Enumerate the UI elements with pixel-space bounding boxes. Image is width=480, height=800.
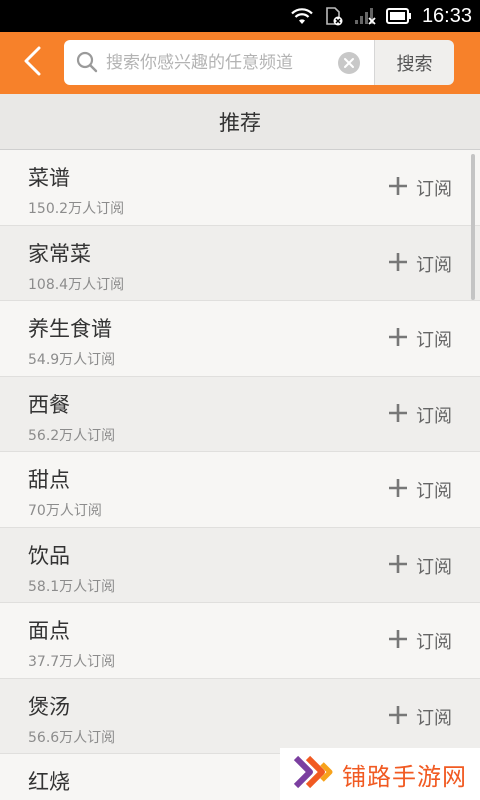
subscriber-count: 108.4万人订阅 — [28, 276, 125, 293]
plus-icon — [388, 478, 408, 502]
list-item[interactable]: 煲汤 56.6万人订阅 订阅 — [0, 678, 480, 754]
list-item[interactable]: 甜点 70万人订阅 订阅 — [0, 452, 480, 528]
channel-name: 面点 — [28, 619, 70, 643]
sim-card-icon — [324, 6, 344, 26]
plus-icon — [388, 554, 408, 578]
subscriber-count: 37.7万人订阅 — [28, 654, 116, 670]
subscribe-button[interactable]: 订阅 — [388, 703, 452, 731]
channel-name: 养生食谱 — [28, 317, 112, 341]
plus-icon — [388, 252, 408, 276]
back-button[interactable] — [8, 40, 56, 86]
watermark-logo-icon — [292, 754, 336, 794]
channel-name: 甜点 — [28, 468, 70, 492]
subscribe-label: 订阅 — [416, 254, 452, 276]
subscribe-label: 订阅 — [416, 481, 452, 502]
section-title: 推荐 — [0, 94, 480, 150]
subscribe-label: 订阅 — [416, 405, 452, 427]
subscribe-button[interactable]: 订阅 — [388, 174, 452, 202]
status-time: 16:33 — [421, 4, 472, 27]
channel-name: 饮品 — [28, 543, 70, 568]
channel-name: 红烧 — [28, 770, 70, 794]
plus-icon — [388, 705, 408, 729]
list-item[interactable]: 家常菜 108.4万人订阅 订阅 — [0, 225, 480, 301]
top-bar: 搜索 — [0, 32, 480, 94]
plus-icon — [388, 403, 408, 427]
channel-list: 菜谱 150.2万人订阅 订阅 家常菜 108.4万人订阅 订阅 养生食谱 54… — [0, 150, 480, 800]
subscriber-count: 56.6万人订阅 — [28, 729, 116, 746]
subscriber-count: 150.2万人订阅 — [28, 201, 125, 217]
watermark: 铺路手游网 — [280, 748, 480, 800]
list-item[interactable]: 饮品 58.1万人订阅 订阅 — [0, 527, 480, 603]
subscribe-button[interactable]: 订阅 — [388, 552, 452, 580]
channel-name: 家常菜 — [28, 241, 91, 266]
subscriber-count: 54.9万人订阅 — [28, 352, 116, 368]
channel-name: 煲汤 — [28, 694, 70, 719]
signal-icon — [354, 7, 376, 25]
clear-button[interactable] — [338, 52, 360, 74]
status-bar: 16:33 — [0, 0, 480, 32]
scrollbar[interactable] — [471, 154, 475, 300]
subscriber-count: 70万人订阅 — [28, 503, 102, 519]
subscribe-button[interactable]: 订阅 — [388, 627, 452, 655]
list-item[interactable]: 养生食谱 54.9万人订阅 订阅 — [0, 301, 480, 377]
subscribe-button[interactable]: 订阅 — [388, 325, 452, 353]
search-icon — [76, 51, 98, 77]
search-box — [64, 40, 374, 85]
search-input[interactable] — [106, 46, 326, 79]
list-item[interactable]: 菜谱 150.2万人订阅 订阅 — [0, 150, 480, 226]
subscribe-button[interactable]: 订阅 — [388, 476, 452, 504]
subscribe-button[interactable]: 订阅 — [388, 250, 452, 278]
plus-icon — [388, 176, 408, 200]
channel-name: 西餐 — [28, 392, 70, 417]
plus-icon — [388, 327, 408, 351]
chevron-left-icon — [21, 46, 43, 80]
search-button[interactable]: 搜索 — [374, 40, 454, 85]
subscriber-count: 56.2万人订阅 — [28, 427, 116, 444]
watermark-text: 铺路手游网 — [342, 762, 467, 791]
channel-name: 菜谱 — [28, 166, 70, 190]
subscribe-label: 订阅 — [416, 330, 452, 351]
list-item[interactable]: 西餐 56.2万人订阅 订阅 — [0, 376, 480, 452]
subscribe-label: 订阅 — [416, 707, 452, 729]
plus-icon — [388, 629, 408, 653]
subscriber-count: 58.1万人订阅 — [28, 578, 116, 595]
battery-icon — [385, 8, 412, 24]
subscribe-label: 订阅 — [416, 179, 452, 200]
wifi-icon — [290, 7, 314, 25]
subscribe-label: 订阅 — [416, 632, 452, 653]
clear-icon — [343, 54, 355, 73]
subscribe-label: 订阅 — [416, 556, 452, 578]
list-item[interactable]: 面点 37.7万人订阅 订阅 — [0, 603, 480, 679]
subscribe-button[interactable]: 订阅 — [388, 401, 452, 429]
